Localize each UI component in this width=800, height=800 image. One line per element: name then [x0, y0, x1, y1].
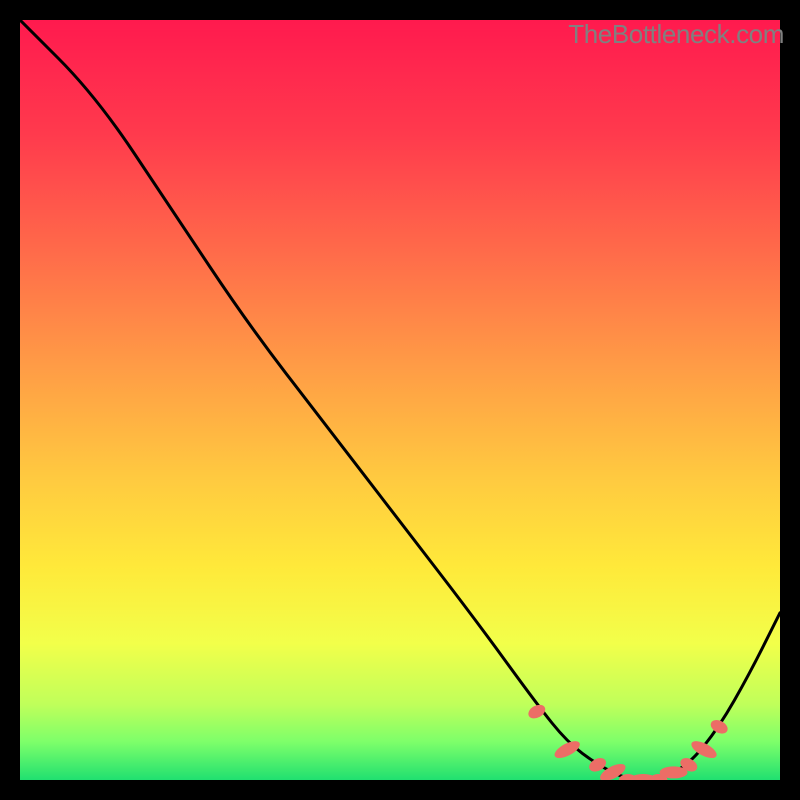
optimal-point — [526, 702, 548, 721]
optimal-point — [689, 738, 719, 762]
optimal-point — [708, 717, 730, 736]
watermark-text: TheBottleneck.com — [568, 20, 784, 48]
plot-area: TheBottleneck.com — [20, 20, 780, 780]
optimal-point — [552, 738, 582, 762]
optimal-points — [20, 20, 780, 780]
chart-container: TheBottleneck.com — [0, 0, 800, 800]
